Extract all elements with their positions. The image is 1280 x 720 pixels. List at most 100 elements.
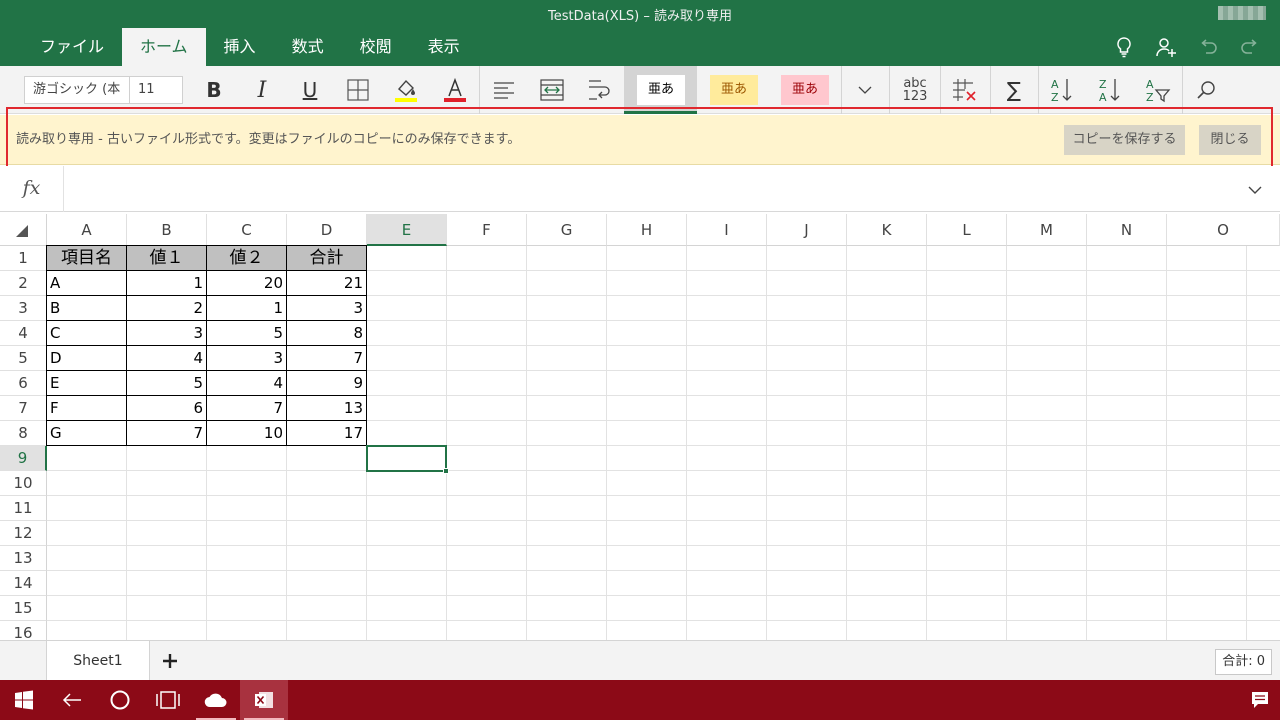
column-header[interactable]: E bbox=[367, 214, 447, 246]
row-header[interactable]: 16 bbox=[0, 621, 47, 640]
row-header[interactable]: 2 bbox=[0, 271, 47, 296]
select-all-corner[interactable] bbox=[0, 214, 47, 246]
table-cell[interactable]: 1 bbox=[127, 271, 207, 296]
table-cell[interactable]: 5 bbox=[207, 321, 287, 346]
tab-5[interactable]: 表示 bbox=[410, 28, 478, 66]
column-header[interactable]: J bbox=[767, 214, 847, 246]
column-header[interactable]: A bbox=[47, 214, 127, 246]
table-cell[interactable]: E bbox=[46, 371, 127, 396]
task-view-icon[interactable] bbox=[144, 680, 192, 720]
column-header[interactable]: N bbox=[1087, 214, 1167, 246]
column-header[interactable]: L bbox=[927, 214, 1007, 246]
fill-color-button[interactable] bbox=[384, 66, 428, 114]
cell-style-normal[interactable]: 亜あ bbox=[637, 75, 685, 105]
table-cell[interactable]: B bbox=[46, 296, 127, 321]
merge-button[interactable] bbox=[530, 66, 574, 114]
fill-handle[interactable] bbox=[443, 468, 449, 474]
row-header[interactable]: 6 bbox=[0, 371, 47, 396]
close-notice-button[interactable]: 閉じる bbox=[1199, 125, 1261, 155]
row-header[interactable]: 8 bbox=[0, 421, 47, 446]
table-cell[interactable]: 3 bbox=[207, 346, 287, 371]
table-header-cell[interactable]: 合計 bbox=[287, 245, 367, 271]
tab-4[interactable]: 校閲 bbox=[342, 28, 410, 66]
row-header[interactable]: 15 bbox=[0, 596, 47, 621]
add-sheet-plus-icon[interactable] bbox=[158, 649, 182, 673]
table-cell[interactable]: 1 bbox=[207, 296, 287, 321]
chevron-down-icon[interactable] bbox=[1248, 180, 1262, 199]
font-color-button[interactable] bbox=[432, 66, 478, 114]
cell-styles-more-button[interactable] bbox=[844, 66, 886, 114]
table-cell[interactable]: 3 bbox=[287, 296, 367, 321]
number-format-button[interactable]: abc 123 bbox=[892, 66, 938, 114]
back-arrow-icon[interactable] bbox=[48, 680, 96, 720]
tab-0[interactable]: ファイル bbox=[22, 28, 122, 66]
font-size-box[interactable]: 11 bbox=[129, 76, 183, 104]
table-cell[interactable]: F bbox=[46, 396, 127, 421]
sort-descending-button[interactable]: ZA bbox=[1088, 66, 1132, 114]
table-cell[interactable]: G bbox=[46, 421, 127, 446]
row-header[interactable]: 14 bbox=[0, 571, 47, 596]
formula-input[interactable] bbox=[64, 166, 1234, 212]
table-cell[interactable]: 13 bbox=[287, 396, 367, 421]
sort-filter-button[interactable]: AZ bbox=[1136, 66, 1180, 114]
cell-style-neutral[interactable]: 亜あ bbox=[710, 75, 758, 105]
column-header[interactable]: G bbox=[527, 214, 607, 246]
underline-button[interactable]: U bbox=[288, 66, 332, 114]
row-header[interactable]: 10 bbox=[0, 471, 47, 496]
row-header[interactable]: 7 bbox=[0, 396, 47, 421]
table-cell[interactable]: 3 bbox=[127, 321, 207, 346]
table-cell[interactable]: 2 bbox=[127, 296, 207, 321]
excel-app-icon[interactable] bbox=[240, 680, 288, 720]
row-header[interactable]: 9 bbox=[0, 446, 47, 471]
cell-style-bad[interactable]: 亜あ bbox=[781, 75, 829, 105]
onedrive-cloud-icon[interactable] bbox=[192, 680, 240, 720]
table-header-cell[interactable]: 値２ bbox=[207, 245, 287, 271]
table-cell[interactable]: 4 bbox=[207, 371, 287, 396]
table-header-cell[interactable]: 値１ bbox=[127, 245, 207, 271]
table-cell[interactable]: D bbox=[46, 346, 127, 371]
table-cell[interactable]: A bbox=[46, 271, 127, 296]
action-center-icon[interactable] bbox=[1236, 680, 1280, 720]
column-header[interactable]: B bbox=[127, 214, 207, 246]
row-header[interactable]: 4 bbox=[0, 321, 47, 346]
table-cell[interactable]: C bbox=[46, 321, 127, 346]
column-header[interactable]: M bbox=[1007, 214, 1087, 246]
table-cell[interactable]: 9 bbox=[287, 371, 367, 396]
table-cell[interactable]: 6 bbox=[127, 396, 207, 421]
save-copy-button[interactable]: コピーを保存する bbox=[1064, 125, 1185, 155]
align-button[interactable] bbox=[482, 66, 526, 114]
tell-me-lightbulb-icon[interactable] bbox=[1112, 34, 1136, 60]
font-name-box[interactable]: 游ゴシック (本 bbox=[24, 76, 130, 104]
table-header-cell[interactable]: 項目名 bbox=[46, 245, 127, 271]
table-cell[interactable]: 20 bbox=[207, 271, 287, 296]
italic-button[interactable]: I bbox=[240, 66, 284, 114]
wrap-text-button[interactable] bbox=[578, 66, 622, 114]
column-header[interactable]: I bbox=[687, 214, 767, 246]
table-cell[interactable]: 7 bbox=[207, 396, 287, 421]
worksheet-grid[interactable]: A B C D E F G H I J K L M N O 1 2 3 4 5 6 7 8 9 10 11 12 13 14 15 16 項目… bbox=[0, 214, 1280, 640]
table-cell[interactable]: 21 bbox=[287, 271, 367, 296]
column-header[interactable]: H bbox=[607, 214, 687, 246]
table-cell[interactable]: 10 bbox=[207, 421, 287, 446]
autosum-button[interactable]: ∑ bbox=[992, 66, 1036, 114]
borders-button[interactable] bbox=[336, 66, 380, 114]
tab-3[interactable]: 数式 bbox=[274, 28, 342, 66]
row-header[interactable]: 12 bbox=[0, 521, 47, 546]
undo-icon[interactable] bbox=[1196, 34, 1220, 60]
row-header[interactable]: 13 bbox=[0, 546, 47, 571]
delete-cells-button[interactable] bbox=[942, 66, 988, 114]
bold-button[interactable]: B bbox=[192, 66, 236, 114]
table-cell[interactable]: 17 bbox=[287, 421, 367, 446]
column-header[interactable]: O bbox=[1167, 214, 1280, 246]
table-cell[interactable]: 8 bbox=[287, 321, 367, 346]
cortana-circle-icon[interactable] bbox=[96, 680, 144, 720]
row-header[interactable]: 5 bbox=[0, 346, 47, 371]
column-header[interactable]: D bbox=[287, 214, 367, 246]
tab-1[interactable]: ホーム bbox=[122, 28, 206, 66]
table-cell[interactable]: 7 bbox=[127, 421, 207, 446]
sheet-tab[interactable]: Sheet1 bbox=[46, 641, 150, 681]
table-cell[interactable]: 7 bbox=[287, 346, 367, 371]
table-cell[interactable]: 5 bbox=[127, 371, 207, 396]
fx-label[interactable]: fx bbox=[0, 166, 64, 212]
table-cell[interactable]: 4 bbox=[127, 346, 207, 371]
